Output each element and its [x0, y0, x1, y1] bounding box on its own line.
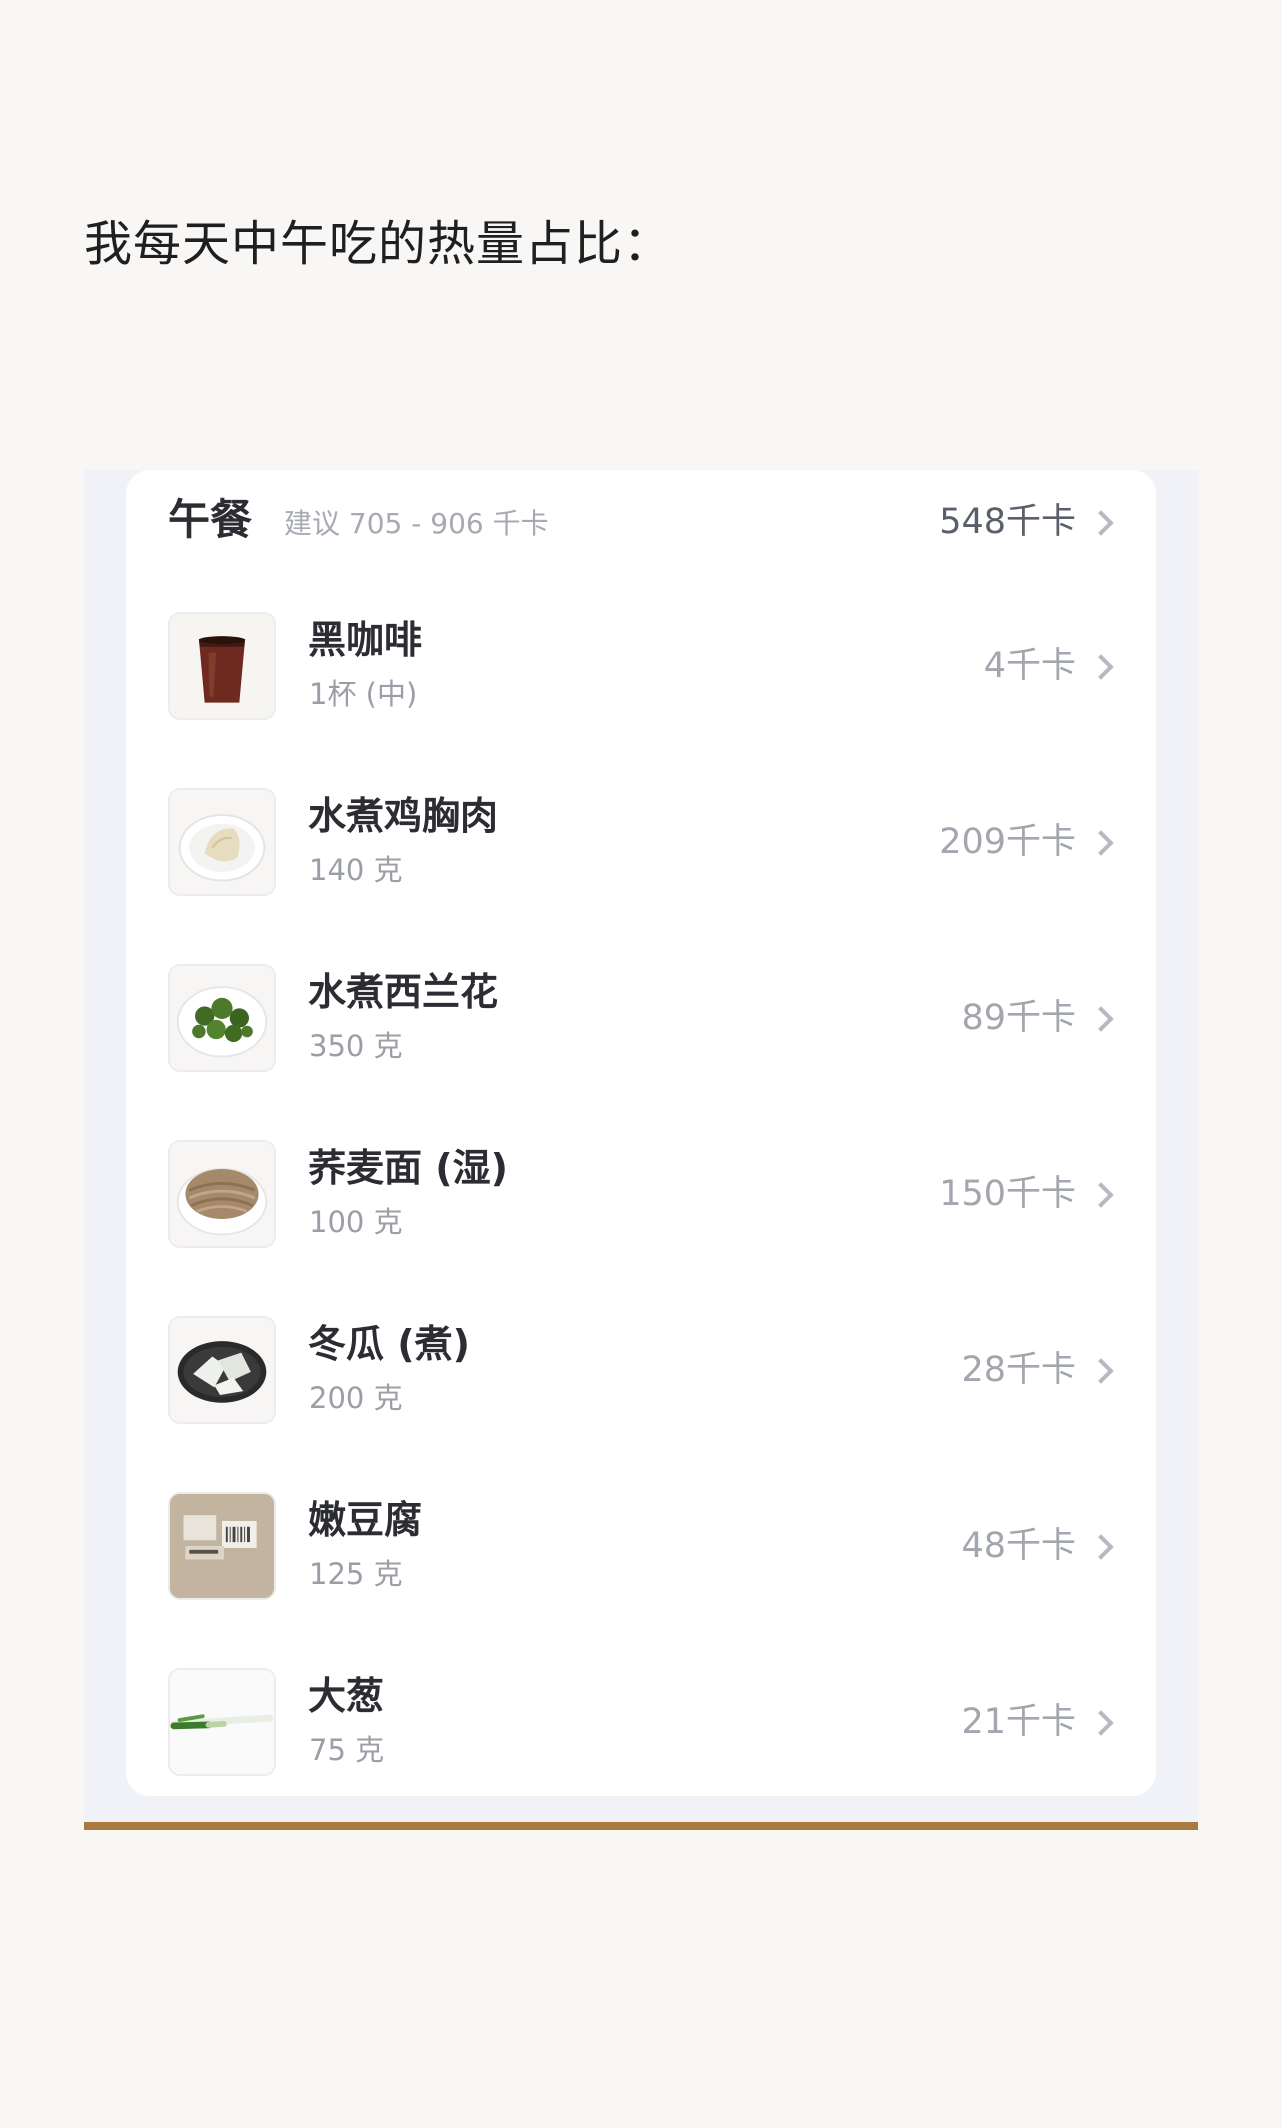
winter-melon-photo: [168, 1316, 276, 1424]
food-item-broccoli[interactable]: 水煮西兰花 350 克 89千卡: [126, 944, 1156, 1074]
food-name: 荞麦面 (湿): [308, 1146, 508, 1190]
soba-noodles-photo: [168, 1140, 276, 1248]
food-amount: 1杯 (中): [309, 677, 418, 711]
food-item-silken-tofu[interactable]: 嫩豆腐 125 克 48千卡: [126, 1472, 1156, 1602]
food-amount: 75 克: [309, 1733, 385, 1767]
food-item-black-coffee[interactable]: 黑咖啡 1杯 (中) 4千卡: [126, 592, 1156, 722]
chevron-right-icon: [1088, 1710, 1114, 1736]
food-calories: 4千卡: [983, 646, 1076, 686]
food-name: 嫩豆腐: [308, 1498, 423, 1542]
food-calories: 48千卡: [961, 1526, 1076, 1566]
chevron-right-icon: [1088, 510, 1114, 536]
meal-total-calories: 548千卡: [939, 502, 1076, 542]
broccoli-photo: [168, 964, 276, 1072]
food-name: 大葱: [308, 1674, 385, 1718]
food-item-chicken-breast[interactable]: 水煮鸡胸肉 140 克 209千卡: [126, 768, 1156, 898]
food-amount: 140 克: [309, 853, 403, 887]
food-calories: 21千卡: [961, 1702, 1076, 1742]
food-calories: 89千卡: [961, 998, 1076, 1038]
meal-card: 午餐 建议 705 - 906 千卡 548千卡 黑咖啡 1杯 (中) 4千卡: [126, 470, 1156, 1796]
meal-header[interactable]: 午餐 建议 705 - 906 千卡 548千卡: [126, 470, 1156, 570]
tofu-package-photo: [168, 1492, 276, 1600]
scallion-photo: [168, 1668, 276, 1776]
food-name: 水煮鸡胸肉: [308, 794, 499, 838]
meal-title: 午餐: [168, 495, 253, 544]
food-amount: 350 克: [309, 1029, 403, 1063]
chevron-right-icon: [1088, 1182, 1114, 1208]
food-amount: 125 克: [309, 1557, 403, 1591]
chevron-right-icon: [1088, 830, 1114, 856]
food-name: 黑咖啡: [308, 618, 423, 662]
food-name: 水煮西兰花: [308, 970, 499, 1014]
divider-line: [84, 1822, 1198, 1830]
food-calories: 150千卡: [939, 1174, 1076, 1214]
food-item-soba-noodles[interactable]: 荞麦面 (湿) 100 克 150千卡: [126, 1120, 1156, 1250]
post-caption: 我每天中午吃的热量占比：: [84, 216, 673, 272]
food-amount: 100 克: [309, 1205, 403, 1239]
food-calories: 209千卡: [939, 822, 1076, 862]
meal-suggestion: 建议 705 - 906 千卡: [284, 507, 549, 540]
chevron-right-icon: [1088, 1006, 1114, 1032]
black-coffee-photo: [168, 612, 276, 720]
chicken-breast-photo: [168, 788, 276, 896]
food-calories: 28千卡: [961, 1350, 1076, 1390]
chevron-right-icon: [1088, 1534, 1114, 1560]
chevron-right-icon: [1088, 1358, 1114, 1384]
food-item-scallion[interactable]: 大葱 75 克 21千卡: [126, 1648, 1156, 1778]
food-name: 冬瓜 (煮): [308, 1322, 470, 1366]
food-item-winter-melon[interactable]: 冬瓜 (煮) 200 克 28千卡: [126, 1296, 1156, 1426]
food-amount: 200 克: [309, 1381, 403, 1415]
chevron-right-icon: [1088, 654, 1114, 680]
